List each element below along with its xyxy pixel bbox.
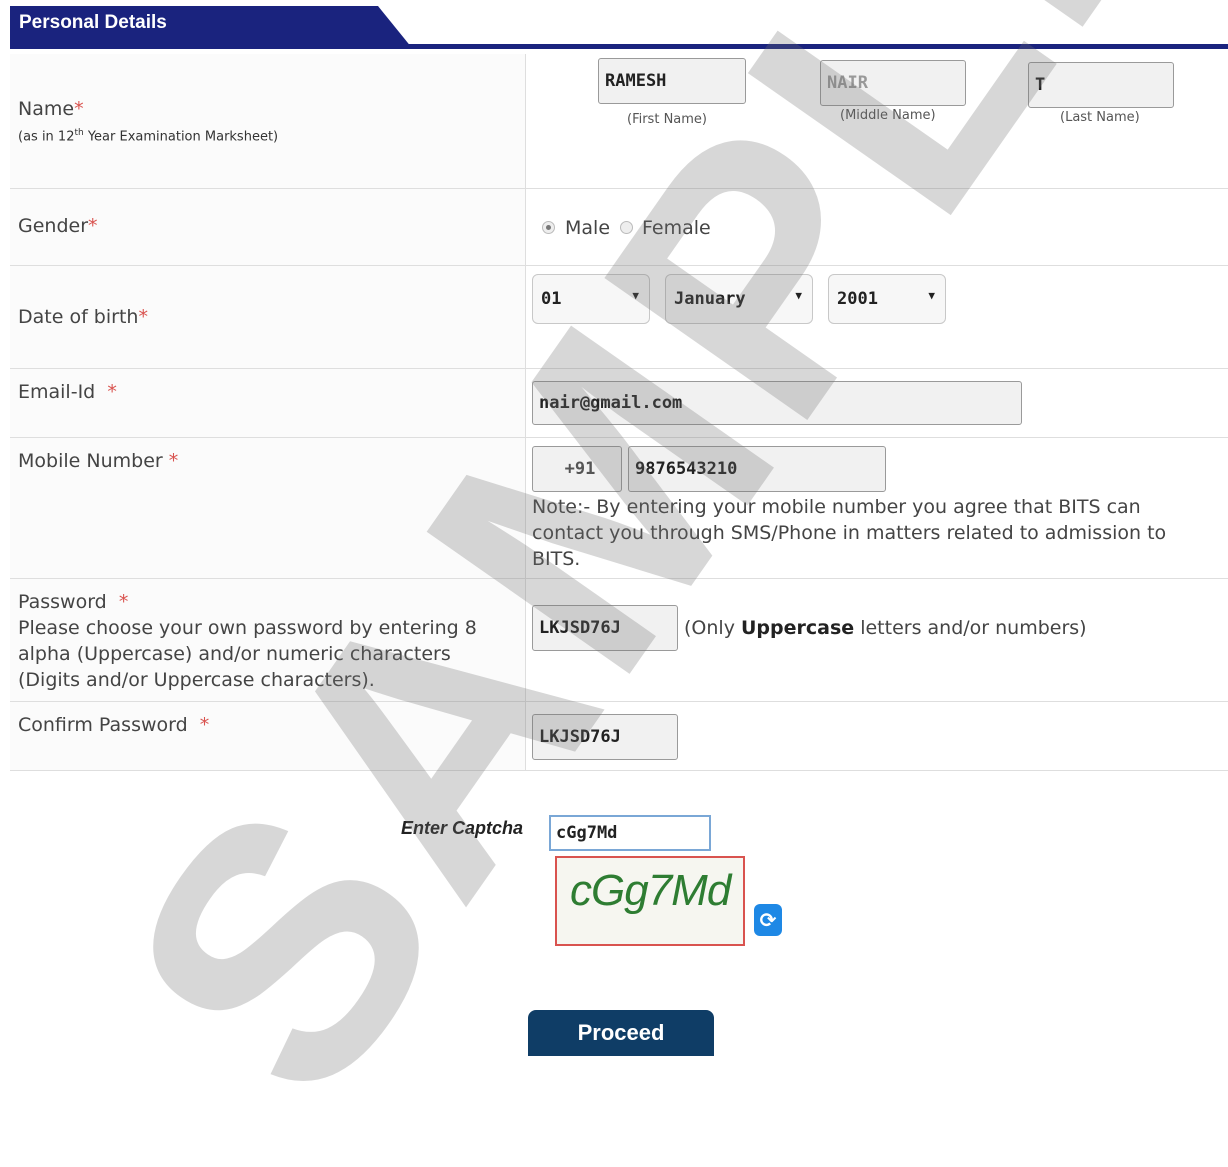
password-rule: (Only Uppercase letters and/or numbers) <box>684 617 1087 639</box>
mobile-input[interactable]: 9876543210 <box>628 446 886 492</box>
dob-row: Date of birth* 01 ▼ January ▼ 2001 ▼ <box>10 266 1228 369</box>
name-label: Name* <box>18 98 84 120</box>
dob-month-select[interactable]: January ▼ <box>665 274 813 324</box>
captcha-image-text: cGg7Md <box>570 866 731 915</box>
last-name-input[interactable]: T <box>1028 62 1174 108</box>
name-label-cell: Name* (as in 12th Year Examination Marks… <box>10 54 526 188</box>
personal-details-form: Name* (as in 12th Year Examination Marks… <box>10 54 1228 771</box>
email-label-cell: Email-Id * <box>10 369 526 437</box>
password-row: Password * Please choose your own passwo… <box>10 579 1228 702</box>
mobile-note: Note:- By entering your mobile number yo… <box>532 496 1167 570</box>
mobile-label: Mobile Number * <box>18 450 179 472</box>
dob-day-select[interactable]: 01 ▼ <box>532 274 650 324</box>
first-name-input[interactable]: RAMESH <box>598 58 746 104</box>
proceed-button[interactable]: Proceed <box>528 1010 714 1056</box>
mobile-row: Mobile Number * +91 9876543210 Note:- By… <box>10 438 1228 579</box>
first-name-caption: (First Name) <box>627 112 707 127</box>
captcha-label: Enter Captcha <box>401 818 524 838</box>
dob-day-value: 01 <box>541 289 562 309</box>
dob-label-cell: Date of birth* <box>10 266 526 368</box>
middle-name-input[interactable]: NAIR <box>820 60 966 106</box>
email-input[interactable]: nair@gmail.com <box>532 381 1022 425</box>
chevron-down-icon: ▼ <box>928 289 935 302</box>
gender-row: Gender* Male Female <box>10 189 1228 266</box>
header-underline <box>10 44 1228 49</box>
dob-label: Date of birth* <box>18 306 148 328</box>
captcha-input[interactable]: cGg7Md <box>549 815 711 851</box>
password-input[interactable]: LKJSD76J <box>532 605 678 651</box>
dob-month-value: January <box>674 289 746 309</box>
middle-name-caption: (Middle Name) <box>840 108 936 123</box>
name-hint: (as in 12th Year Examination Marksheet) <box>18 128 279 145</box>
password-label: Password * <box>18 591 129 613</box>
email-row: Email-Id * nair@gmail.com <box>10 369 1228 438</box>
gender-female-label: Female <box>642 217 711 239</box>
gender-label: Gender* <box>18 215 98 237</box>
gender-label-cell: Gender* <box>10 189 526 265</box>
name-row: Name* (as in 12th Year Examination Marks… <box>10 54 1228 189</box>
confirm-password-label: Confirm Password * <box>18 714 210 736</box>
gender-female-radio[interactable] <box>620 221 633 234</box>
password-help: Please choose your own password by enter… <box>18 617 477 691</box>
gender-male-radio[interactable] <box>542 221 555 234</box>
last-name-caption: (Last Name) <box>1060 110 1140 125</box>
chevron-down-icon: ▼ <box>632 289 639 302</box>
dob-year-select[interactable]: 2001 ▼ <box>828 274 946 324</box>
password-label-cell: Password * Please choose your own passwo… <box>10 579 526 701</box>
gender-male-label: Male <box>565 217 611 239</box>
chevron-down-icon: ▼ <box>795 289 802 302</box>
mobile-label-cell: Mobile Number * <box>10 438 526 578</box>
section-title: Personal Details <box>19 12 167 33</box>
dob-year-value: 2001 <box>837 289 878 309</box>
confirm-password-label-cell: Confirm Password * <box>10 702 526 770</box>
confirm-password-row: Confirm Password * LKJSD76J <box>10 702 1228 771</box>
refresh-icon[interactable]: ⟳ <box>754 904 782 936</box>
confirm-password-input[interactable]: LKJSD76J <box>532 714 678 760</box>
email-label: Email-Id * <box>18 381 117 403</box>
mobile-country-code: +91 <box>532 446 622 492</box>
